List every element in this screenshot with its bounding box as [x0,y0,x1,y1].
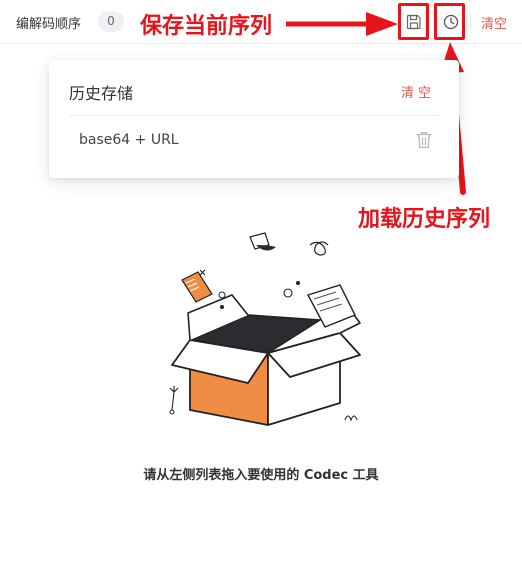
history-item[interactable]: base64 + URL [79,132,179,148]
annotation-save-sequence: 保存当前序列 [140,14,273,39]
history-clear-button[interactable]: 清空 [401,82,435,101]
save-button-highlight [398,3,429,40]
open-box-illustration [169,232,361,426]
clear-sequence-button[interactable]: 清空 [481,13,507,32]
toolbar-divider [470,14,471,30]
history-panel-title: 历史存储 [69,84,134,103]
history-dropdown: 历史存储 清空 base64 + URL [49,60,459,178]
trash-icon [416,132,432,149]
history-panel-divider [69,115,439,116]
history-button-highlight [434,3,465,40]
empty-state-message: 请从左侧列表拖入要使用的 Codec 工具 [143,468,379,483]
sequence-count-badge: 0 [98,11,124,32]
sequence-title: 编解码顺序 [16,17,82,32]
delete-history-button[interactable] [415,130,433,150]
annotation-load-history: 加载历史序列 [358,207,491,232]
